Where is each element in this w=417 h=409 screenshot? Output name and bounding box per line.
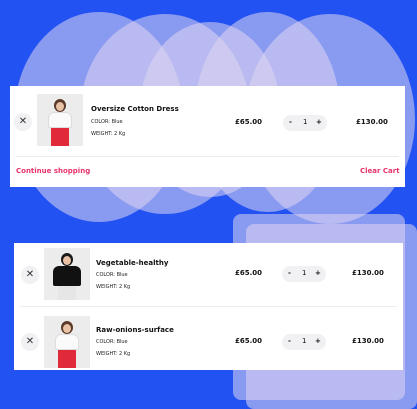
quantity-value: 1 (302, 337, 307, 345)
decrease-quantity-button[interactable]: - (288, 337, 291, 345)
divider (16, 156, 399, 157)
cart-panel-top: ✕ Oversize Cotton Dress COLOR: Blue WEIG… (10, 86, 405, 187)
line-total: £130.00 (352, 269, 384, 277)
decrease-quantity-button[interactable]: - (289, 118, 292, 126)
increase-quantity-button[interactable]: + (316, 118, 322, 126)
remove-item-button[interactable]: ✕ (21, 266, 39, 284)
quantity-stepper: - 1 + (282, 334, 326, 350)
remove-item-button[interactable]: ✕ (14, 113, 32, 131)
product-image (44, 248, 90, 300)
cart-row: ✕ Raw-onions-surface COLOR: Blue WEIGHT:… (14, 313, 403, 375)
unit-price: £65.00 (235, 269, 263, 277)
product-image (44, 316, 90, 368)
product-name: Oversize Cotton Dress (91, 105, 179, 113)
unit-price: £65.00 (235, 118, 263, 126)
product-color: COLOR: Blue (91, 119, 123, 125)
product-name: Raw-onions-surface (96, 326, 174, 334)
close-icon: ✕ (18, 116, 28, 127)
remove-item-button[interactable]: ✕ (21, 333, 39, 351)
product-color: COLOR: Blue (96, 339, 128, 345)
unit-price: £65.00 (235, 337, 263, 345)
quantity-stepper: - 1 + (283, 115, 327, 131)
increase-quantity-button[interactable]: + (315, 269, 321, 277)
product-weight: WEIGHT: 2 Kg (96, 351, 131, 357)
quantity-value: 1 (303, 118, 308, 126)
product-name: Vegetable-healthy (96, 259, 169, 267)
product-color: COLOR: Blue (96, 272, 128, 278)
decrease-quantity-button[interactable]: - (288, 269, 291, 277)
cart-row: ✕ Vegetable-healthy COLOR: Blue WEIGHT: … (14, 245, 403, 307)
quantity-stepper: - 1 + (282, 266, 326, 282)
product-weight: WEIGHT: 2 Kg (96, 284, 131, 290)
increase-quantity-button[interactable]: + (315, 337, 321, 345)
divider (20, 306, 397, 307)
line-total: £130.00 (352, 337, 384, 345)
close-icon: ✕ (25, 269, 35, 280)
clear-cart-link[interactable]: Clear Cart (360, 167, 400, 175)
quantity-value: 1 (302, 269, 307, 277)
close-icon: ✕ (25, 336, 35, 347)
continue-shopping-link[interactable]: Continue shopping (16, 167, 90, 175)
product-image (37, 94, 83, 146)
cart-panel-bottom: ✕ Vegetable-healthy COLOR: Blue WEIGHT: … (14, 243, 403, 370)
cart-row: ✕ Oversize Cotton Dress COLOR: Blue WEIG… (10, 89, 405, 151)
line-total: £130.00 (356, 118, 388, 126)
product-weight: WEIGHT: 2 Kg (91, 131, 126, 137)
